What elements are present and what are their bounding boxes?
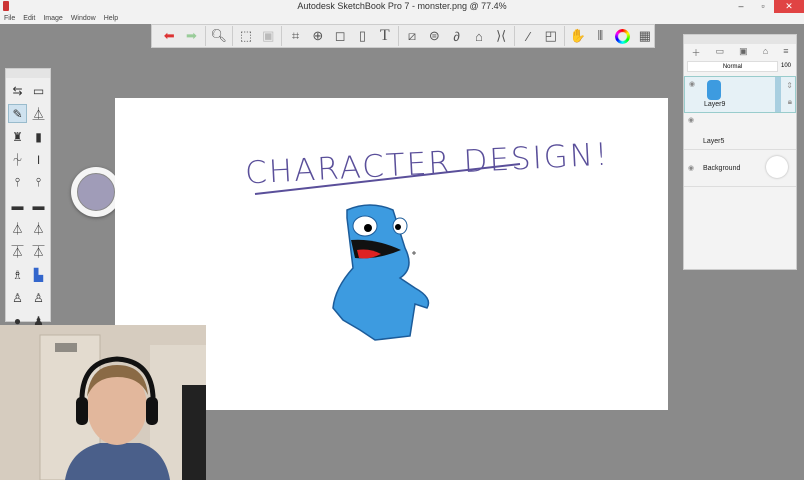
fill-brush-icon[interactable]: ▙ [29,265,48,284]
felt-pen-icon[interactable]: ⫯ [29,173,48,192]
layer-editor: ＋ ▭ ▣ ⌂ ≡ Normal 100 ◉ Layer9 ⇕ 🔒︎ ◉ Lay… [683,34,797,270]
close-button[interactable]: ✕ [774,0,804,13]
brush-library-icon[interactable]: ⫴ [591,27,609,46]
layer-editor-icon[interactable]: ▦ [636,27,654,46]
layer-name: Layer9 [704,101,726,108]
opacity-value[interactable]: 100 [781,61,793,72]
redo-icon[interactable]: ➡ [182,27,200,46]
eye-icon[interactable]: ◉ [688,164,694,172]
menu-image[interactable]: Image [43,13,62,24]
ruler-icon[interactable]: ⧄ [403,27,421,46]
palette-header[interactable] [6,69,50,78]
watercolor-icon[interactable]: ⏄ [8,242,27,261]
line-icon[interactable]: ⁄ [519,27,537,46]
color-wheel-icon[interactable] [613,27,631,46]
text-icon[interactable]: T [376,27,394,46]
import-icon[interactable]: ▯ [353,27,371,46]
color-puck[interactable] [71,167,121,217]
blend-mode-select[interactable]: Normal [687,61,778,72]
maximize-button[interactable]: ▫ [752,0,774,13]
menu-file[interactable]: File [4,13,15,24]
texture-brush-icon[interactable]: ♙ [8,288,27,307]
layer-scroll-handle[interactable] [775,77,781,112]
add-layer-icon[interactable]: ＋ [692,46,701,59]
layer-name: Background [703,165,741,172]
copic-icon[interactable]: ✋ [569,27,587,46]
lock-icon[interactable]: 🔒︎ [788,97,792,107]
divider [204,26,206,46]
paintbrush-icon[interactable]: ⏃ [8,219,27,238]
title-bar: Autodesk SketchBook Pro 7 - monster.png … [0,0,804,13]
layer-item-layer5[interactable]: ◉ Layer5 [684,113,796,150]
fine-pen-icon[interactable]: ǀ [29,150,48,169]
palette-menu-icon[interactable]: ▭ [29,81,48,100]
divider [231,26,233,46]
stamp-brush-icon[interactable]: ♙ [29,288,48,307]
french-curve-icon[interactable]: ∂ [447,27,465,46]
add-image-icon[interactable]: ▣ [739,46,748,59]
smudge-icon[interactable]: ⏄ [29,242,48,261]
layer-item-layer9[interactable]: ◉ Layer9 ⇕ 🔒︎ [684,76,796,113]
layer-thumbnail [707,80,721,100]
divider [514,26,516,46]
brush-palette: ⇆ ▭ ✎ ⏅ ♜ ▮ ⏆ ǀ ⫯ ⫯ ▬ ▬ ⏃ ⏃ ⏄ ⏄ ♗ ▙ ♙ ♙ … [5,68,51,328]
layer-editor-header[interactable] [684,35,796,44]
eraser-soft-icon[interactable]: ▬ [29,196,48,215]
chisel-icon[interactable]: ⏃ [29,219,48,238]
menu-help[interactable]: Help [104,13,118,24]
ink-brush-icon[interactable]: ⏅ [29,104,48,123]
minimize-button[interactable]: – [730,0,752,13]
zoom-icon[interactable]: 🔍︎ [210,27,228,46]
main-toolbar: ⬅ ➡ 🔍︎ ⬚ ▣ ⌗ ⊕ ◻ ▯ T ⧄ ⊜ ∂ ⌂ ⟩⟨ ⁄ ◰ ✋ ⫴ … [151,24,655,48]
divider [397,26,399,46]
eye-icon[interactable]: ◉ [688,116,694,124]
undo-icon[interactable]: ⬅ [160,27,178,46]
airbrush-icon[interactable]: ♜ [8,127,27,146]
layer-item-background[interactable]: ◉ Background [684,150,796,187]
layer-name: Layer5 [703,138,725,145]
eraser-hard-icon[interactable]: ▬ [8,196,27,215]
symmetry-icon[interactable]: ⟩⟨ [492,27,510,46]
select-icon[interactable]: ⬚ [237,27,255,46]
crop-icon[interactable]: ⌗ [286,27,304,46]
layer-menu-icon[interactable]: ≡ [783,46,788,59]
marker-icon[interactable]: ▮ [29,127,48,146]
clear-layer-icon[interactable]: ⌂ [763,46,768,59]
shape-icon[interactable]: ◰ [542,27,560,46]
fill-icon[interactable]: ⊕ [309,27,327,46]
perspective-icon[interactable]: ◻ [331,27,349,46]
current-color-swatch [77,173,115,211]
pen-brush-icon[interactable]: ⏆ [8,150,27,169]
menu-bar: File Edit Image Window Help [0,13,804,24]
background-color-swatch[interactable] [766,156,788,178]
menu-edit[interactable]: Edit [23,13,35,24]
transform-icon[interactable]: ▣ [259,27,277,46]
divider [563,26,565,46]
perspective-grid-icon[interactable]: ⌂ [470,27,488,46]
window-title: Autodesk SketchBook Pro 7 - monster.png … [297,1,507,11]
add-group-icon[interactable]: ▭ [716,46,725,59]
swap-icon[interactable]: ⇆ [8,81,27,100]
ballpoint-icon[interactable]: ⫯ [8,173,27,192]
pencil-brush-icon[interactable]: ✎ [8,104,27,123]
app-icon [3,1,9,11]
eye-icon[interactable]: ◉ [689,80,695,88]
webcam-video [0,325,206,480]
webcam-overlay [0,325,206,480]
move-icon[interactable]: ⇕ [786,81,793,90]
menu-window[interactable]: Window [71,13,96,24]
divider [281,26,283,46]
blender-icon[interactable]: ♗ [8,265,27,284]
ellipse-icon[interactable]: ⊜ [425,27,443,46]
